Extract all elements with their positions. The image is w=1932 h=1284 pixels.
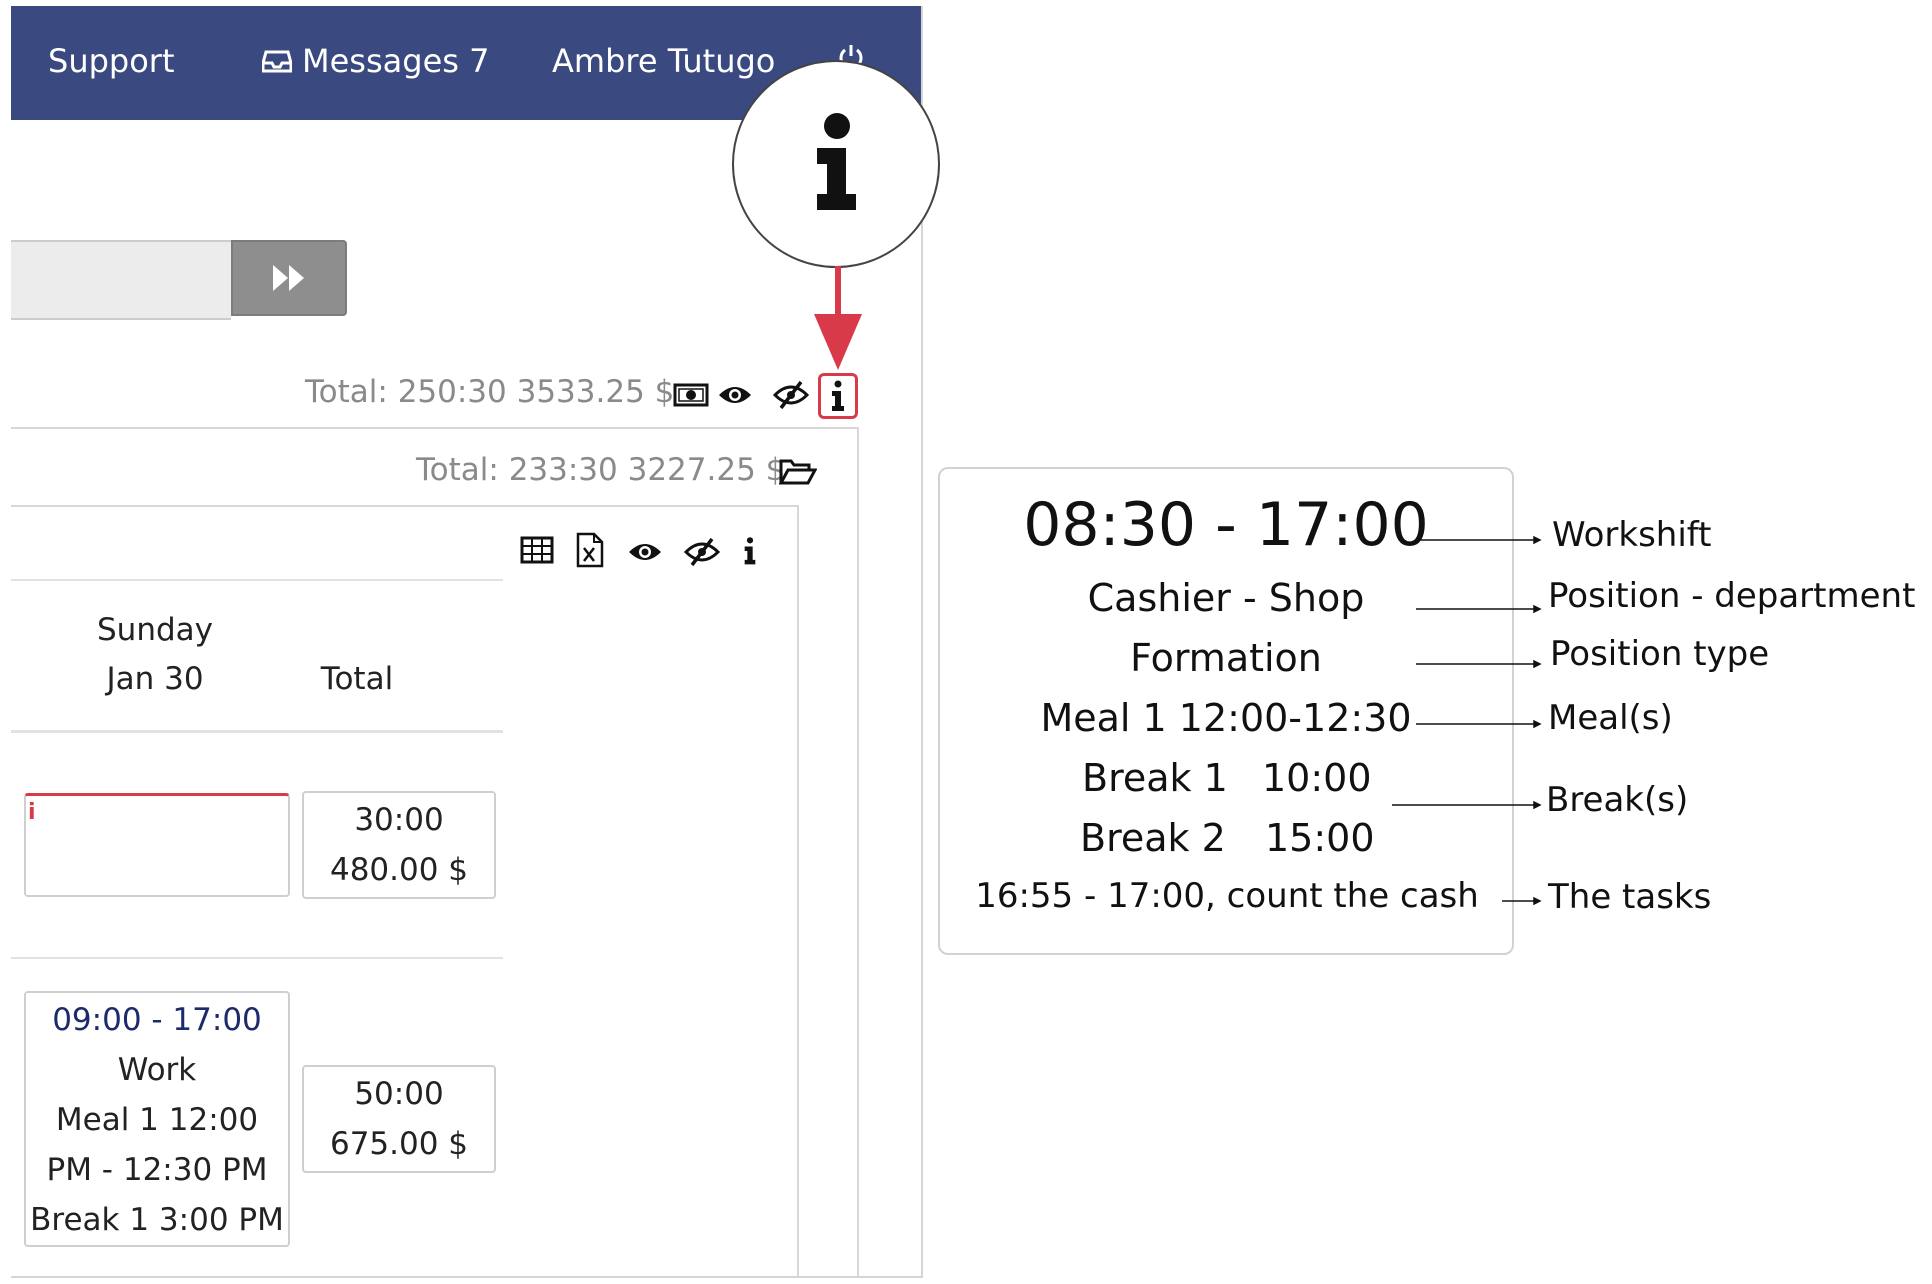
toolbar-divider — [11, 579, 503, 581]
group-total: Total: 233:30 3227.25 $ — [416, 452, 786, 488]
fast-forward-icon — [273, 265, 304, 291]
group-panel-top-border — [11, 427, 859, 429]
row-total-cell: 30:00 480.00 $ — [302, 791, 496, 899]
annotation-arrows — [1392, 535, 1542, 906]
row-total-hours: 30:00 — [354, 802, 444, 838]
shift-position: Work — [117, 1052, 197, 1088]
nav-support-link[interactable]: Support — [48, 38, 175, 84]
row-total-pay: 675.00 $ — [329, 1126, 469, 1162]
inbox-icon — [261, 50, 293, 73]
nav-messages-link[interactable]: Messages 7 — [261, 38, 490, 84]
shift-cell[interactable]: 09:00 - 17:00 Work Meal 1 12:00 PM - 12:… — [24, 991, 290, 1247]
shift-meal: Meal 1 12:00 — [55, 1102, 259, 1138]
row-total-cell: 50:00 675.00 $ — [302, 1065, 496, 1173]
annotation-tasks: The tasks — [1548, 877, 1712, 917]
annotation-meals: Meal(s) — [1548, 698, 1673, 738]
table-panel-top-border — [11, 505, 799, 507]
table-panel-right-border — [797, 505, 799, 1276]
zoom-callout — [732, 60, 940, 268]
group-panel-right-border — [857, 427, 859, 1276]
legend-break1-label: Break 1 — [1082, 756, 1228, 800]
day-date-header: Jan 30 — [106, 661, 204, 697]
row-total-pay: 480.00 $ — [329, 852, 469, 888]
folder-open-icon[interactable] — [779, 458, 817, 486]
callout-arrow — [814, 266, 862, 370]
table-icon[interactable] — [520, 536, 554, 564]
eye-icon[interactable] — [627, 539, 663, 565]
eye-slash-icon[interactable] — [773, 380, 809, 410]
shift-cell[interactable]: i — [24, 793, 290, 897]
shift-break: Break 1 3:00 PM — [30, 1202, 284, 1238]
annotation-position-department: Position - department — [1548, 576, 1916, 616]
row-total-hours: 50:00 — [354, 1076, 444, 1112]
money-icon[interactable] — [673, 382, 709, 408]
header-divider — [11, 730, 503, 733]
eye-slash-icon[interactable] — [684, 537, 720, 567]
legend-break1-time: 10:00 — [1262, 756, 1372, 800]
day-name-header: Sunday — [97, 612, 213, 648]
legend-break2-label: Break 2 — [1080, 816, 1226, 860]
legend-break2-time: 15:00 — [1265, 816, 1375, 860]
annotation-position-type: Position type — [1550, 634, 1770, 674]
shift-info-flag: i — [28, 800, 36, 825]
nav-messages-label: Messages 7 — [302, 42, 490, 80]
overall-total: Total: 250:30 3533.25 $ — [305, 374, 675, 410]
next-period-button[interactable] — [231, 240, 347, 316]
total-header: Total — [320, 661, 394, 697]
annotation-workshift: Workshift — [1552, 515, 1712, 555]
shift-meal-end: PM - 12:30 PM — [46, 1152, 268, 1188]
shift-time: 09:00 - 17:00 — [52, 1002, 262, 1038]
info-icon — [817, 113, 856, 210]
date-range-field[interactable] — [11, 240, 231, 320]
info-icon[interactable] — [742, 536, 758, 566]
info-icon — [832, 380, 844, 411]
excel-file-icon[interactable] — [576, 532, 604, 568]
nav-user-link[interactable]: Ambre Tutugo — [552, 38, 775, 84]
eye-icon[interactable] — [717, 382, 753, 408]
annotation-breaks: Break(s) — [1546, 780, 1689, 820]
row-divider — [11, 957, 503, 959]
